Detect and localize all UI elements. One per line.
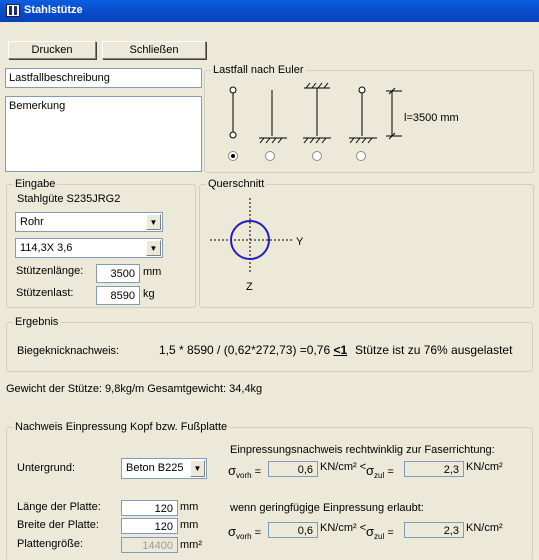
euler-case-4-radio[interactable] [356, 151, 366, 161]
buckling-comparator: <1 [333, 343, 348, 357]
profile-size-select[interactable]: 114,3X 3,6 ▼ [15, 238, 163, 258]
perp-check-title: Einpressungsnachweis rechtwinklig zur Fa… [230, 444, 495, 456]
ground-select[interactable]: Beton B225 ▼ [121, 458, 207, 479]
perp-sigma-vorh-output: 0,6 [268, 461, 318, 477]
perp-unit: KN/cm² [466, 461, 503, 473]
print-button-label: Drucken [31, 44, 73, 56]
steel-grade-label: Stahlgüte S235JRG2 [17, 193, 121, 205]
column-load-unit: kg [143, 288, 155, 300]
profile-type-value: Rohr [20, 216, 44, 228]
plate-width-unit: mm [180, 519, 199, 531]
chevron-down-icon[interactable]: ▼ [146, 240, 161, 256]
plate-length-label: Länge der Platte: [17, 501, 101, 513]
sigma-zul-label-1: σzul = [366, 463, 394, 480]
plate-width-input[interactable]: 120 [121, 518, 178, 534]
print-button[interactable]: Drucken [8, 41, 96, 59]
sigma-zul-label-2: σzul = [366, 524, 394, 541]
utilization-text: Stütze ist zu 76% ausgelastet [355, 343, 513, 357]
buckling-formula: 1,5 * 8590 / (0,62*272,73) =0,76 <1 [159, 343, 347, 357]
euler-group-label: Lastfall nach Euler [211, 64, 306, 76]
cross-section-group-label: Querschnitt [206, 178, 267, 190]
plate-size-output: 14400 [121, 537, 178, 553]
close-button-label: Schließen [129, 44, 179, 56]
perp-sigma-zul-output: 2,3 [404, 461, 464, 477]
allowed-sigma-vorh-output: 0,6 [268, 522, 318, 538]
allowed-unit: KN/cm² [466, 522, 503, 534]
input-group-label: Eingabe [13, 178, 58, 190]
plate-length-unit: mm [180, 501, 199, 513]
plate-size-unit: mm² [180, 539, 202, 551]
ground-label: Untergrund: [17, 462, 76, 474]
euler-case-1-radio[interactable] [228, 151, 238, 161]
plate-size-label: Plattengröße: [17, 538, 84, 550]
axis-z-label: Z [246, 281, 253, 293]
chevron-down-icon[interactable]: ▼ [190, 460, 205, 477]
buckling-formula-text: 1,5 * 8590 / (0,62*272,73) =0,76 [159, 343, 331, 357]
perp-unit-lt: KN/cm² < [320, 461, 367, 473]
column-length-input[interactable]: 3500 [96, 264, 140, 283]
title-bar: Stahlstütze [0, 0, 539, 22]
remark-textarea[interactable]: Bemerkung [5, 96, 202, 172]
buckling-check-label: Biegeknicknachweis: [17, 345, 120, 357]
column-length-unit: mm [143, 266, 162, 278]
load-case-description-input[interactable]: Lastfallbeschreibung [5, 68, 202, 88]
column-length-label: Stützenlänge: [16, 265, 84, 277]
chevron-down-icon[interactable]: ▼ [146, 214, 161, 230]
axis-y-label: Y [296, 236, 304, 248]
app-icon [6, 4, 20, 17]
plate-length-input[interactable]: 120 [121, 500, 178, 516]
weight-text: Gewicht der Stütze: 9,8kg/m Gesamtgewich… [6, 383, 263, 395]
result-group-label: Ergebnis [13, 316, 61, 328]
plate-width-label: Breite der Platte: [17, 519, 99, 531]
euler-cases-diagram [229, 82, 402, 144]
sigma-vorh-label-2: σvorh = [228, 524, 262, 541]
window-title: Stahlstütze [24, 4, 83, 16]
column-load-label: Stützenlast: [16, 287, 74, 299]
column-load-input[interactable]: 8590 [96, 286, 140, 305]
ground-value: Beton B225 [126, 462, 184, 474]
profile-type-select[interactable]: Rohr ▼ [15, 212, 163, 232]
cross-section-diagram: Y Z [210, 198, 304, 293]
plate-group-label: Nachweis Einpressung Kopf bzw. Fußplatte [13, 421, 230, 433]
toolbar: Drucken Schließen [0, 22, 539, 62]
close-button[interactable]: Schließen [102, 41, 206, 59]
euler-length-label: l=3500 mm [404, 112, 459, 124]
allowed-unit-lt: KN/cm² < [320, 522, 367, 534]
allowed-sigma-zul-output: 2,3 [404, 522, 464, 538]
euler-case-3-radio[interactable] [312, 151, 322, 161]
allowed-check-title: wenn geringfügige Einpressung erlaubt: [230, 502, 424, 514]
profile-size-value: 114,3X 3,6 [20, 242, 73, 254]
euler-case-2-radio[interactable] [265, 151, 275, 161]
sigma-vorh-label-1: σvorh = [228, 463, 262, 480]
